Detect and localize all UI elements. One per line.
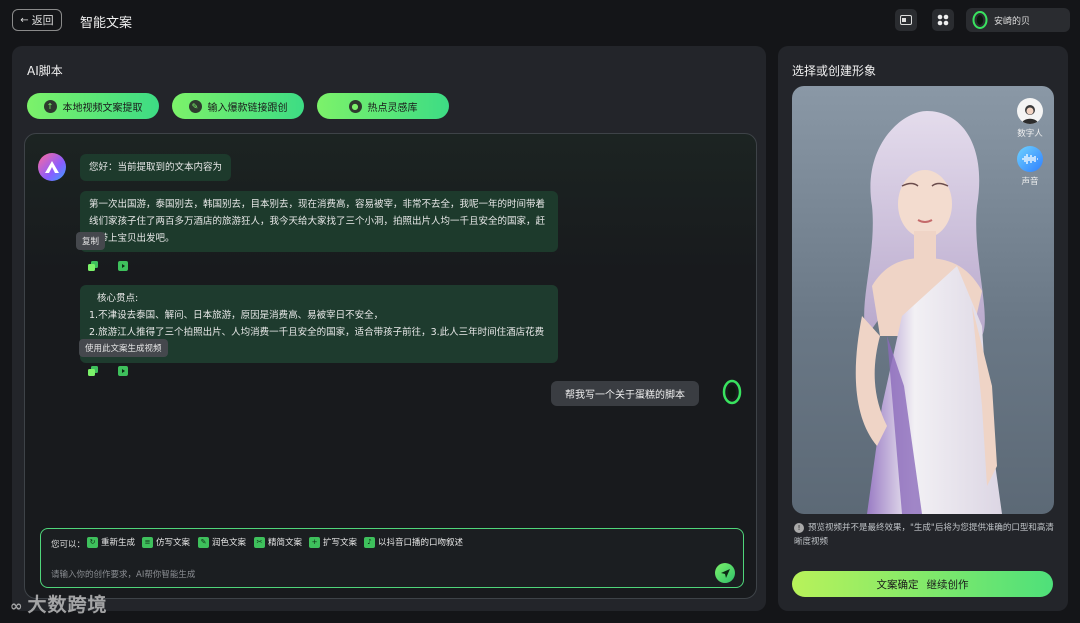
window-icon[interactable]	[895, 9, 917, 31]
chip-label: 润色文案	[212, 538, 247, 548]
ai-logo-icon	[45, 161, 59, 173]
copy-tooltip: 复制	[76, 232, 106, 250]
tool-label: 热点灵感库	[367, 102, 418, 114]
apps-grid-icon[interactable]	[932, 9, 954, 31]
panel-title: 选择或创建形象	[792, 64, 877, 78]
extracted-text-bubble: 第一次出国游，泰国别去，韩国别去，目本别去，现在消费高，容易被宰，非常不去全，我…	[80, 191, 558, 252]
upload-icon: ↑	[43, 99, 57, 113]
avatar-select-panel: 选择或创建形象 数字人 声音 ! 预览视频并不是最终效果，"生成"后将为您提供准…	[778, 46, 1068, 611]
soundwave-icon	[1017, 146, 1043, 172]
video-icon[interactable]	[117, 260, 129, 272]
brush-icon: ✎	[198, 536, 209, 548]
back-label: 返回	[31, 14, 54, 27]
chip-simplify[interactable]: ✂ 精简文案	[254, 536, 302, 548]
expand-icon: +	[309, 536, 320, 548]
chip-label: 以抖音口播的口吻叙述	[378, 538, 464, 548]
confirm-continue-button[interactable]: 文案确定 继续创作	[792, 571, 1053, 597]
hot-inspiration-button[interactable]: ● 热点灵感库	[317, 93, 449, 119]
chip-label: 重新生成	[101, 538, 136, 548]
user-name: 安崎的贝	[994, 16, 1031, 27]
copy-icon[interactable]	[87, 365, 99, 377]
bulb-icon: ●	[348, 99, 362, 113]
send-icon	[720, 568, 730, 578]
music-note-icon: ♪	[364, 536, 375, 548]
tool-label: 输入爆款链接跟创	[207, 102, 288, 114]
chip-regenerate[interactable]: ↻ 重新生成	[87, 536, 135, 548]
back-button[interactable]: ← 返回	[12, 9, 62, 31]
voice-option[interactable]: 声音	[1010, 146, 1050, 187]
pencil-icon: ✎	[188, 99, 202, 113]
arrow-left-icon: ←	[20, 14, 29, 26]
scissors-icon: ✂	[254, 536, 265, 548]
core-point-1: 1.不津设去泰国、解问、日本旅游，原因是消费高、易被宰日不安全，	[89, 310, 384, 321]
option-label: 声音	[1021, 177, 1039, 187]
chip-polish[interactable]: ✎ 润色文案	[198, 536, 246, 548]
chip-label: 扩写文案	[323, 538, 358, 548]
page-title: 智能文案	[80, 16, 133, 31]
chip-expand[interactable]: + 扩写文案	[309, 536, 357, 548]
user-profile[interactable]: 安崎的贝	[966, 8, 1070, 32]
panel-title: AI脚本	[27, 64, 63, 78]
chip-label: 仿写文案	[156, 538, 191, 548]
bot-avatar	[38, 153, 66, 181]
digital-human-option[interactable]: 数字人	[1010, 98, 1050, 139]
local-video-extract-button[interactable]: ↑ 本地视频文案提取	[27, 93, 159, 119]
chat-area: 您好：当前提取到的文本内容为 第一次出国游，泰国别去，韩国别去，目本别去，现在消…	[24, 133, 757, 599]
generate-video-tooltip: 使用此文案生成视频	[79, 339, 168, 357]
document-icon: ≡	[142, 536, 153, 548]
greeting-bubble: 您好：当前提取到的文本内容为	[80, 154, 232, 181]
suggestion-label: 您可以：	[51, 540, 86, 550]
ai-script-panel: AI脚本 ↑ 本地视频文案提取 ✎ 输入爆款链接跟创 ● 热点灵感库 您好：当前…	[12, 46, 766, 611]
preview-note: ! 预览视频并不是最终效果，"生成"后将为您提供准确的口型和高清晰度视频	[794, 521, 1054, 549]
refresh-icon: ↻	[87, 536, 98, 548]
chip-imitate[interactable]: ≡ 仿写文案	[142, 536, 190, 548]
note-text: 预览视频并不是最终效果，"生成"后将为您提供准确的口型和高清晰度视频	[794, 523, 1054, 547]
option-label: 数字人	[1017, 129, 1043, 139]
core-title: 核心贯点:	[97, 293, 139, 304]
confirm-label: 文案确定	[876, 578, 919, 591]
continue-label: 继续创作	[926, 578, 969, 591]
user-message-bubble: 帮我写一个关于蛋糕的脚本	[551, 381, 699, 406]
watermark-text: 大数跨境	[27, 594, 108, 616]
chip-label: 精简文案	[268, 538, 303, 548]
chip-douyin-style[interactable]: ♪ 以抖音口播的口吻叙述	[364, 536, 463, 548]
watermark: ∞ 大数跨境	[10, 590, 108, 617]
prompt-input-box: 您可以： ↻ 重新生成 ≡ 仿写文案 ✎ 润色文案 ✂ 精简文案 + 扩写文案 ♪ 以抖音口…	[40, 528, 744, 588]
link-follow-button[interactable]: ✎ 输入爆款链接跟创	[172, 93, 304, 119]
info-icon: !	[794, 523, 804, 533]
watermark-logo-icon: ∞	[10, 597, 24, 615]
avatar-preview: 数字人 声音	[792, 86, 1054, 514]
video-icon[interactable]	[117, 365, 129, 377]
avatar	[972, 11, 988, 29]
prompt-input[interactable]: 请输入你的创作要求，AI帮你智能生成	[51, 568, 195, 580]
tool-label: 本地视频文案提取	[62, 102, 143, 114]
copy-icon[interactable]	[87, 260, 99, 272]
send-button[interactable]	[715, 563, 735, 583]
person-icon	[1017, 98, 1043, 124]
user-avatar	[722, 379, 742, 405]
